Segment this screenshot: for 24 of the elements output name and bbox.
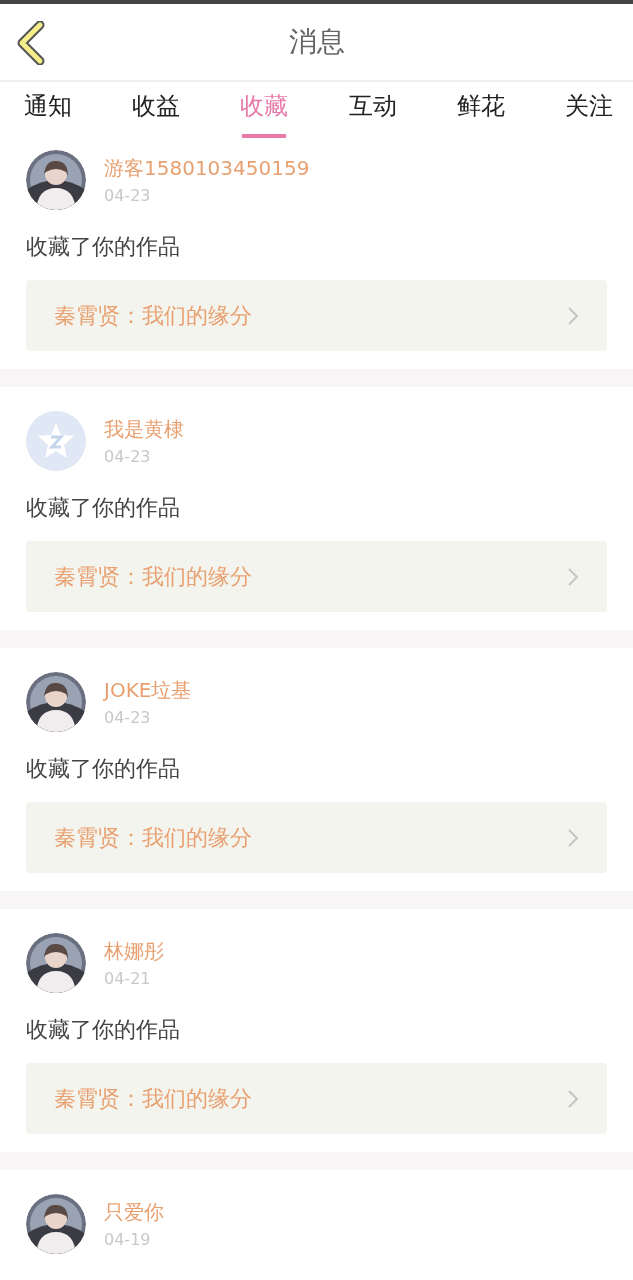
default-avatar-icon (26, 411, 86, 471)
work-link[interactable]: 秦霄贤：我们的缘分 (26, 802, 607, 873)
user-name[interactable]: 游客1580103450159 (104, 155, 310, 182)
action-text: 收藏了你的作品 (26, 755, 181, 783)
user-name[interactable]: 林娜彤 (104, 938, 164, 965)
action-text: 收藏了你的作品 (26, 233, 181, 261)
chevron-icon (567, 827, 579, 848)
action-text: 收藏了你的作品 (26, 494, 181, 522)
user-name[interactable]: 我是黄棣 (104, 416, 184, 443)
chevron-icon (567, 566, 579, 587)
tab[interactable]: 关注 (564, 82, 613, 138)
tab[interactable]: 鲜花 (456, 82, 505, 138)
tab[interactable]: 收益 (132, 82, 181, 138)
page-title: 消息 (288, 24, 345, 60)
chevron-icon (567, 305, 579, 326)
action-text: 收藏了你的作品 (26, 1016, 181, 1044)
tab[interactable]: 通知 (24, 82, 72, 138)
user-name[interactable]: 只爱你 (104, 1199, 164, 1226)
user-name[interactable]: JOKE垃基 (104, 677, 192, 704)
tab[interactable]: 互动 (348, 82, 397, 138)
work-link[interactable]: 秦霄贤：我们的缘分 (26, 280, 607, 351)
work-link[interactable]: 秦霄贤：我们的缘分 (26, 541, 607, 612)
chevron-icon (567, 1088, 579, 1109)
work-link[interactable]: 秦霄贤：我们的缘分 (26, 1063, 607, 1134)
